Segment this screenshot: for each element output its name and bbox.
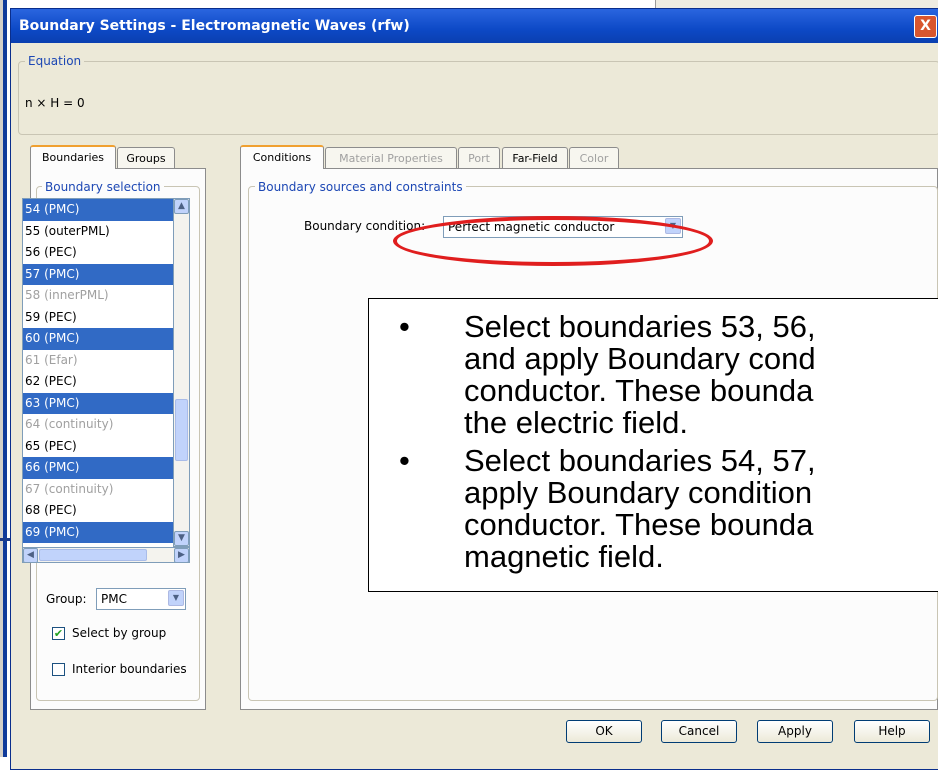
dialog-title: Boundary Settings - Electromagnetic Wave…: [19, 18, 410, 34]
chevron-down-icon: ▼: [168, 590, 184, 606]
ok-button[interactable]: OK: [566, 720, 642, 743]
boundary-list-vscroll[interactable]: ▲ ▼: [174, 198, 190, 547]
tab-conditions-label: Conditions: [252, 151, 312, 164]
scroll-down-icon[interactable]: ▼: [174, 531, 189, 546]
annotation-line: Select boundaries 53, 56,: [464, 309, 816, 344]
list-item[interactable]: 63 (PMC): [23, 392, 173, 414]
annotation-line: Select boundaries 54, 57,: [464, 443, 816, 478]
interior-boundaries-checkbox[interactable]: [52, 663, 65, 676]
list-item[interactable]: 68 (PEC): [23, 500, 173, 522]
help-button[interactable]: Help: [854, 720, 930, 743]
list-item[interactable]: 64 (continuity): [23, 414, 173, 436]
list-item[interactable]: 60 (PMC): [23, 328, 173, 350]
group-select-value: PMC: [101, 592, 127, 606]
annotation-line: magnetic field.: [464, 539, 664, 574]
boundary-list[interactable]: 54 (PMC) 55 (outerPML) 56 (PEC) 57 (PMC) 58 …: [22, 198, 174, 562]
list-item[interactable]: 57 (PMC): [23, 263, 173, 285]
tab-material-properties-label: Material Properties: [339, 152, 443, 165]
tab-port-label: Port: [468, 152, 490, 165]
select-by-group-checkbox[interactable]: ✔: [52, 627, 65, 640]
tab-color[interactable]: Color: [569, 147, 619, 169]
list-item[interactable]: 61 (Efar): [23, 350, 173, 372]
help-label: Help: [878, 724, 906, 738]
bullet-icon: •: [399, 309, 410, 344]
select-by-group-label: Select by group: [72, 626, 167, 640]
close-button[interactable]: X: [914, 15, 937, 38]
vscroll-thumb[interactable]: [175, 399, 188, 461]
tab-far-field-label: Far-Field: [512, 152, 558, 165]
list-item[interactable]: 58 (innerPML): [23, 285, 173, 307]
tab-groups[interactable]: Groups: [117, 147, 175, 169]
cancel-button[interactable]: Cancel: [661, 720, 737, 743]
bullet-icon: •: [399, 443, 410, 478]
tab-color-label: Color: [579, 152, 609, 165]
list-item[interactable]: 54 (PMC): [23, 199, 173, 221]
annotation-box: • Select boundaries 53, 56, and apply Bo…: [368, 298, 938, 592]
boundary-list-hscroll[interactable]: ◀ ▶: [22, 547, 190, 563]
boundary-sources-legend: Boundary sources and constraints: [255, 180, 466, 194]
annotation-line: and apply Boundary cond: [464, 341, 816, 376]
boundary-selection-legend: Boundary selection: [42, 180, 164, 194]
tab-far-field[interactable]: Far-Field: [502, 147, 568, 169]
list-item[interactable]: 67 (continuity): [23, 479, 173, 501]
annotation-line: conductor. These bounda: [464, 507, 814, 542]
background-blue-strip: [3, 0, 7, 757]
list-item[interactable]: 62 (PEC): [23, 371, 173, 393]
group-label: Group:: [46, 592, 87, 606]
scroll-left-icon[interactable]: ◀: [23, 548, 38, 563]
annotation-line: the electric field.: [464, 405, 688, 440]
list-item[interactable]: 69 (PMC): [23, 521, 173, 543]
cancel-label: Cancel: [678, 724, 720, 738]
list-item[interactable]: 59 (PEC): [23, 307, 173, 329]
tab-boundaries[interactable]: Boundaries: [30, 145, 116, 169]
dialog-title-bar[interactable]: Boundary Settings - Electromagnetic Wave…: [11, 9, 938, 43]
list-item[interactable]: 65 (PEC): [23, 436, 173, 458]
apply-label: Apply: [778, 724, 812, 738]
interior-boundaries-label: Interior boundaries: [72, 662, 187, 676]
equation-legend: Equation: [25, 54, 85, 68]
tab-material-properties[interactable]: Material Properties: [325, 147, 457, 169]
equation-group: Equation n × H = 0: [18, 54, 938, 135]
ok-label: OK: [595, 724, 613, 738]
hscroll-thumb[interactable]: [39, 549, 147, 561]
annotation-line: apply Boundary condition: [464, 475, 813, 510]
tab-conditions[interactable]: Conditions: [240, 145, 324, 169]
equation-text: n × H = 0: [25, 96, 85, 110]
close-icon: X: [920, 18, 931, 34]
list-item[interactable]: 56 (PEC): [23, 242, 173, 264]
scroll-right-icon[interactable]: ▶: [174, 548, 189, 563]
scroll-up-icon[interactable]: ▲: [174, 199, 189, 214]
list-item[interactable]: 55 (outerPML): [23, 221, 173, 243]
apply-button[interactable]: Apply: [757, 720, 833, 743]
annotation-line: conductor. These bounda: [464, 373, 814, 408]
tab-port[interactable]: Port: [458, 147, 500, 169]
tab-groups-label: Groups: [126, 152, 166, 165]
group-select[interactable]: PMC ▼: [96, 588, 186, 610]
tab-boundaries-label: Boundaries: [41, 151, 105, 164]
list-item[interactable]: 66 (PMC): [23, 457, 173, 479]
highlight-ellipse: [393, 216, 713, 266]
